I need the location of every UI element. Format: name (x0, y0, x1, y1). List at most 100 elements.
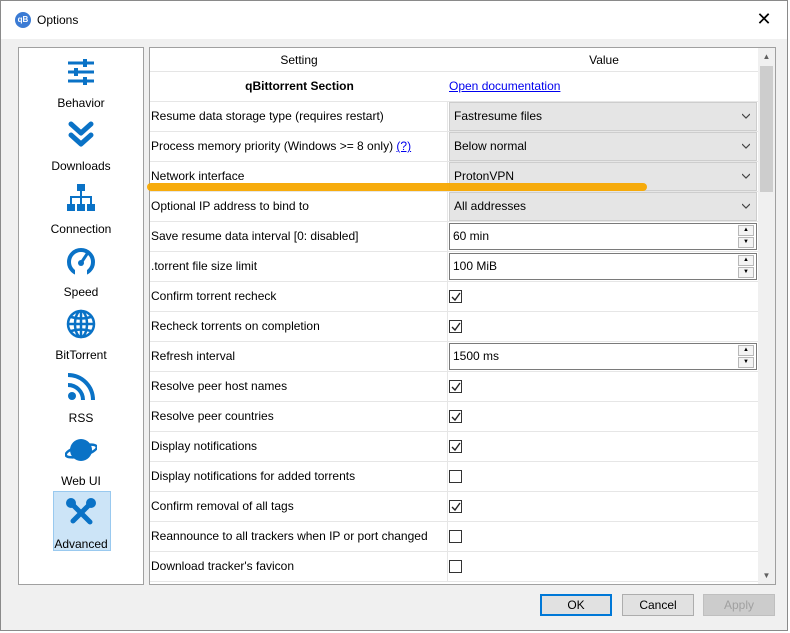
table-row: .torrent file size limit 100 MiB ▲ ▼ (150, 252, 759, 282)
spin-up-icon[interactable]: ▲ (738, 255, 754, 266)
setting-label: Recheck torrents on completion (151, 319, 320, 333)
download-tracker-s-favicon-checkbox[interactable] (449, 560, 462, 573)
column-header-value[interactable]: Value (449, 48, 759, 72)
setting-value-cell (449, 492, 759, 521)
scroll-down-arrow-icon[interactable]: ▼ (758, 567, 775, 584)
refresh-interval-spinbox[interactable]: 1500 ms ▲ ▼ (449, 343, 757, 370)
sidebar-item-rss[interactable]: RSS (19, 367, 143, 427)
spin-up-icon[interactable]: ▲ (738, 345, 754, 356)
table-row: Display notifications (150, 432, 759, 462)
cancel-button[interactable]: Cancel (622, 594, 694, 616)
speedometer-icon (67, 248, 95, 277)
table-row: Save resume data interval [0: disabled] 6… (150, 222, 759, 252)
setting-label: Display notifications (151, 439, 258, 453)
setting-value-cell (449, 282, 759, 311)
window-title: Options (37, 13, 79, 27)
sidebar-item-behavior[interactable]: Behavior (19, 52, 143, 112)
setting-value-cell: 60 min ▲ ▼ (449, 222, 759, 251)
advanced-settings-table: Setting Value qBittorrent Section Open d… (149, 47, 776, 585)
checkmark-icon (451, 412, 461, 422)
setting-value-cell (449, 372, 759, 401)
spin-down-icon[interactable]: ▼ (738, 237, 754, 248)
setting-name-cell: .torrent file size limit (150, 252, 448, 281)
torrent-file-size-limit-spinbox[interactable]: 100 MiB ▲ ▼ (449, 253, 757, 280)
chevron-down-icon (742, 113, 750, 119)
resume-data-storage-type-requires-restart-combobox[interactable]: Fastresume files (449, 102, 757, 131)
tools-icon (66, 498, 96, 525)
table-row: Confirm torrent recheck (150, 282, 759, 312)
setting-label: Reannounce to all trackers when IP or po… (151, 529, 428, 543)
setting-name-cell: Resume data storage type (requires resta… (150, 102, 448, 131)
confirm-torrent-recheck-checkbox[interactable] (449, 290, 462, 303)
setting-name-cell: Process memory priority (Windows >= 8 on… (150, 132, 448, 161)
table-row: Optional IP address to bind to All addres… (150, 192, 759, 222)
planet-icon (65, 439, 97, 461)
qbittorrent-logo-icon: qB (15, 12, 31, 28)
setting-value-cell: 1500 ms ▲ ▼ (449, 342, 759, 371)
table-row: Display notifications for added torrents (150, 462, 759, 492)
setting-name-cell: Reannounce to all trackers when IP or po… (150, 522, 448, 551)
spinbox-value: 60 min (453, 229, 490, 243)
sidebar-item-label: BitTorrent (55, 348, 107, 362)
spinbox-buttons: ▲ ▼ (738, 225, 754, 248)
table-row: Resolve peer host names (150, 372, 759, 402)
sidebar-item-label: Downloads (51, 159, 111, 173)
sidebar-item-connection[interactable]: Connection (19, 178, 143, 238)
apply-button[interactable]: Apply (703, 594, 775, 616)
sidebar-item-advanced[interactable]: Advanced (19, 491, 143, 553)
vertical-scrollbar[interactable]: ▲ ▼ (758, 48, 775, 584)
table-row: Reannounce to all trackers when IP or po… (150, 522, 759, 552)
sidebar-item-label: Web UI (61, 474, 101, 488)
table-row: Resume data storage type (requires resta… (150, 102, 759, 132)
setting-name-cell: Resolve peer countries (150, 402, 448, 431)
spinbox-value: 1500 ms (453, 349, 500, 363)
scrollbar-thumb[interactable] (760, 66, 773, 192)
network-icon (67, 184, 95, 211)
setting-label: Refresh interval (151, 349, 236, 363)
resolve-peer-countries-checkbox[interactable] (449, 410, 462, 423)
setting-name-cell: Download tracker's favicon (150, 552, 448, 581)
setting-name-cell: Refresh interval (150, 342, 448, 371)
recheck-torrents-on-completion-checkbox[interactable] (449, 320, 462, 333)
sidebar-item-label: RSS (68, 411, 94, 425)
display-notifications-for-added-torrents-checkbox[interactable] (449, 470, 462, 483)
process-memory-priority-windows-8-only-combobox[interactable]: Below normal (449, 132, 757, 161)
column-header-setting[interactable]: Setting (150, 48, 448, 72)
setting-value-cell (449, 552, 759, 581)
resolve-peer-host-names-checkbox[interactable] (449, 380, 462, 393)
scroll-up-arrow-icon[interactable]: ▲ (758, 48, 775, 65)
table-header: Setting Value (150, 48, 759, 72)
optional-ip-address-to-bind-to-combobox[interactable]: All addresses (449, 192, 757, 221)
setting-label: Optional IP address to bind to (151, 199, 309, 213)
table-row: Refresh interval 1500 ms ▲ ▼ (150, 342, 759, 372)
setting-value-cell: Below normal (449, 132, 759, 161)
setting-name-cell: Resolve peer host names (150, 372, 448, 401)
ok-button[interactable]: OK (540, 594, 612, 616)
checkmark-icon (451, 442, 461, 452)
setting-label: Resolve peer countries (151, 409, 274, 423)
close-button[interactable]: ✕ (741, 1, 787, 39)
save-resume-data-interval-0-disabled-spinbox[interactable]: 60 min ▲ ▼ (449, 223, 757, 250)
globe-icon (66, 309, 96, 339)
confirm-removal-of-all-tags-checkbox[interactable] (449, 500, 462, 513)
spin-down-icon[interactable]: ▼ (738, 357, 754, 368)
sidebar-item-downloads[interactable]: Downloads (19, 115, 143, 175)
rss-icon (67, 373, 95, 401)
setting-label: Process memory priority (Windows >= 8 on… (151, 139, 394, 153)
checkmark-icon (451, 502, 461, 512)
sidebar-item-web-ui[interactable]: Web UI (19, 430, 143, 490)
orange-underline-annotation (147, 183, 647, 191)
reannounce-to-all-trackers-when-ip-or-port-changed-checkbox[interactable] (449, 530, 462, 543)
setting-label: Confirm removal of all tags (151, 499, 294, 513)
display-notifications-checkbox[interactable] (449, 440, 462, 453)
options-dialog: qB Options ✕ Behavior Downloads Connecti… (0, 0, 788, 631)
sidebar-item-bittorrent[interactable]: BitTorrent (19, 304, 143, 364)
spin-down-icon[interactable]: ▼ (738, 267, 754, 278)
open-documentation-link[interactable]: Open documentation (449, 79, 560, 93)
setting-name-cell: Display notifications (150, 432, 448, 461)
sliders-icon (68, 59, 94, 85)
sidebar-item-speed[interactable]: Speed (19, 241, 143, 301)
help-link[interactable]: (?) (396, 139, 411, 153)
setting-label: .torrent file size limit (151, 259, 258, 273)
spin-up-icon[interactable]: ▲ (738, 225, 754, 236)
